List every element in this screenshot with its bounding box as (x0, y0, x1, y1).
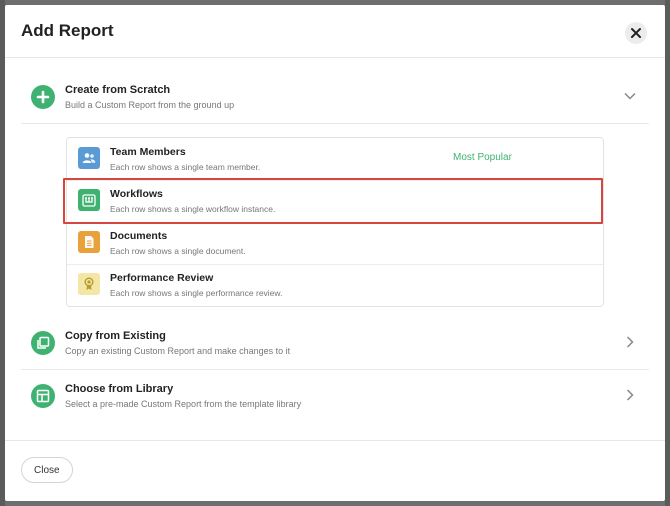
modal-header: Add Report (5, 5, 665, 58)
add-report-modal: Add Report Create from Scratch Build a C… (5, 5, 665, 501)
option-copy-from-existing[interactable]: Copy from Existing Copy an existing Cust… (21, 317, 649, 370)
close-icon[interactable] (625, 22, 647, 44)
backdrop-right (665, 0, 670, 506)
report-type-description: Each row shows a single document. (110, 246, 246, 256)
report-type-workflows[interactable]: Workflows Each row shows a single workfl… (67, 180, 603, 223)
report-type-documents[interactable]: Documents Each row shows a single docume… (67, 222, 603, 265)
modal-title: Add Report (21, 21, 114, 40)
document-icon (78, 231, 100, 253)
report-type-description: Each row shows a single workflow instanc… (110, 204, 276, 214)
option-title: Copy from Existing (65, 330, 166, 342)
workflow-icon (78, 189, 100, 211)
plus-circle-icon (31, 85, 55, 109)
report-type-title: Documents (110, 230, 168, 242)
option-create-from-scratch[interactable]: Create from Scratch Build a Custom Repor… (21, 71, 649, 124)
option-title: Choose from Library (65, 383, 174, 395)
most-popular-badge: Most Popular (453, 152, 512, 163)
chevron-right-icon[interactable] (623, 388, 637, 402)
option-description: Select a pre-made Custom Report from the… (65, 399, 302, 409)
option-description: Build a Custom Report from the ground up (65, 100, 235, 110)
report-type-title: Team Members (110, 146, 186, 158)
report-type-title: Workflows (110, 188, 163, 200)
report-type-team-members[interactable]: Team Members Each row shows a single tea… (67, 138, 603, 181)
option-title: Create from Scratch (65, 84, 171, 96)
option-description: Copy an existing Custom Report and make … (65, 346, 291, 356)
people-icon (78, 147, 100, 169)
report-type-performance-review[interactable]: Performance Review Each row shows a sing… (67, 264, 603, 306)
report-type-description: Each row shows a single performance revi… (110, 288, 283, 298)
close-button[interactable]: Close (21, 457, 73, 483)
report-type-title: Performance Review (110, 272, 214, 284)
award-icon (78, 273, 100, 295)
copy-icon (31, 331, 55, 355)
modal-footer: Close (5, 440, 665, 501)
report-type-description: Each row shows a single team member. (110, 162, 261, 172)
chevron-right-icon[interactable] (623, 335, 637, 349)
library-icon (31, 384, 55, 408)
option-choose-from-library[interactable]: Choose from Library Select a pre-made Cu… (21, 370, 649, 422)
report-type-list: Team Members Each row shows a single tea… (66, 137, 604, 307)
chevron-down-icon[interactable] (623, 89, 637, 103)
